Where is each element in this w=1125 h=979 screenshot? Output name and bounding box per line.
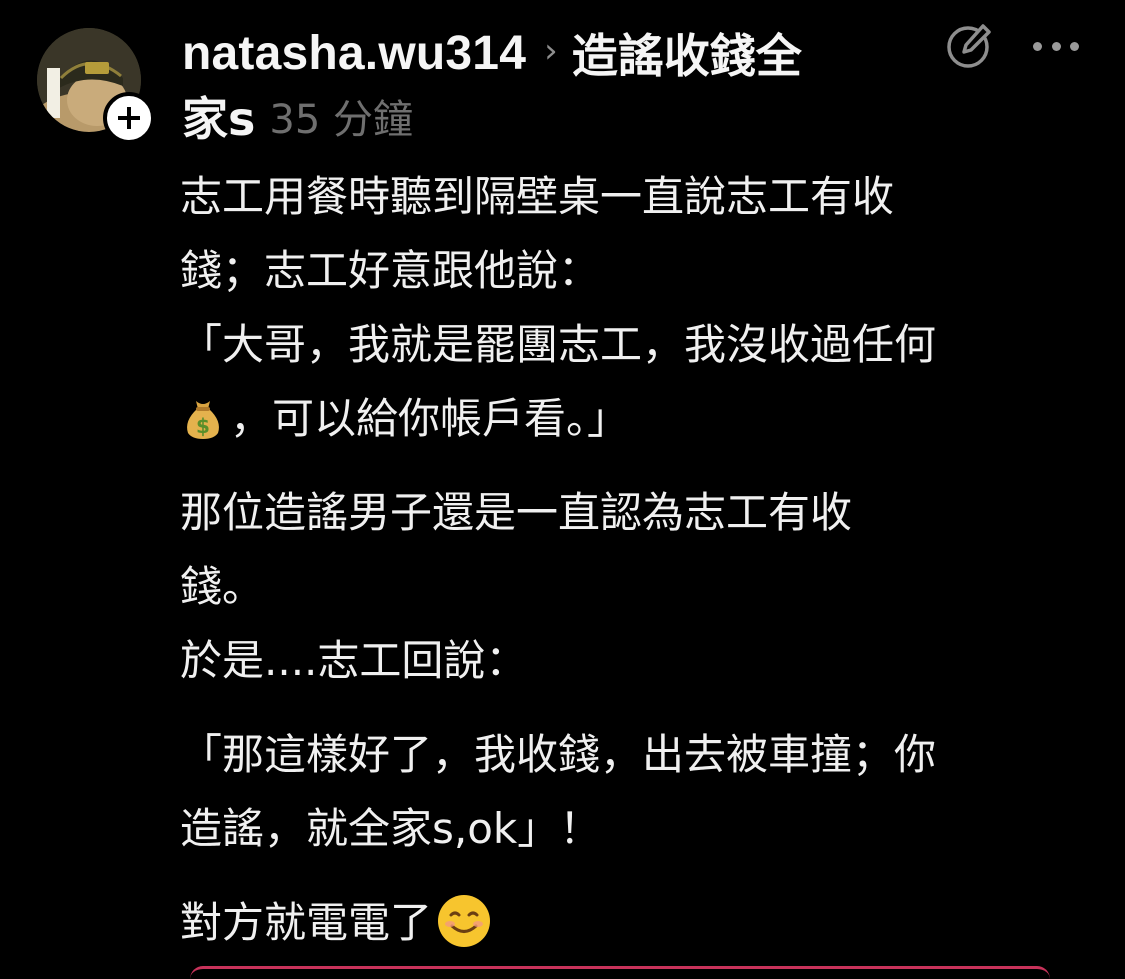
text-line: 錢。 (180, 562, 265, 611)
text-line: 「大哥，我就是罷團志工，我沒收過任何 (180, 320, 937, 369)
plus-icon (118, 107, 140, 129)
topic-tag-continued[interactable]: 家s (182, 83, 255, 149)
dot (1070, 41, 1079, 51)
text-line: 「那這樣好了，我收錢，出去被車撞；你 (180, 730, 937, 779)
text-span: ，可以給你帳戶看。」 (230, 394, 630, 443)
edit-icon[interactable] (945, 20, 995, 70)
media-card-edge (190, 966, 1050, 979)
dot (1051, 41, 1061, 51)
dot (1033, 41, 1042, 51)
smiling-face-emoji (438, 895, 491, 947)
chevron-right-icon: › (544, 31, 558, 71)
avatar-container[interactable] (37, 28, 155, 144)
text-line: 志工用餐時聽到隔壁桌一直說志工有收 (180, 172, 895, 221)
money-bag-emoji: $ (187, 401, 219, 439)
text-line: 那位造謠男子還是一直認為志工有收 (180, 488, 853, 537)
text-line: 於是....志工回說： (180, 636, 528, 685)
text-span: 對方就電電了 (180, 898, 433, 947)
post-timestamp: 35 分鐘 (269, 97, 414, 143)
more-options-icon[interactable] (1033, 36, 1079, 56)
text-line-with-emoji: 對方就電電了 (180, 886, 1085, 960)
text-line: 造謠，就全家s,ok」！ (180, 804, 602, 853)
text-line: 錢；志工好意跟他說： (180, 246, 601, 295)
topic-tag[interactable]: 造謠收錢全 (572, 20, 802, 86)
text-line-with-emoji: $ ，可以給你帳戶看。」 (180, 382, 1085, 456)
post-header: natasha.wu314 › 造謠收錢全 家s 35 分鐘 (182, 22, 902, 148)
post-body: 志工用餐時聽到隔壁桌一直說志工有收 錢；志工好意跟他說： 「大哥，我就是罷團志工… (180, 160, 1085, 960)
svg-text:$: $ (196, 414, 210, 438)
threads-post: natasha.wu314 › 造謠收錢全 家s 35 分鐘 志工用餐時聽到隔壁… (0, 0, 1125, 974)
username-link[interactable]: natasha.wu314 (182, 26, 526, 81)
follow-button[interactable] (103, 92, 155, 144)
